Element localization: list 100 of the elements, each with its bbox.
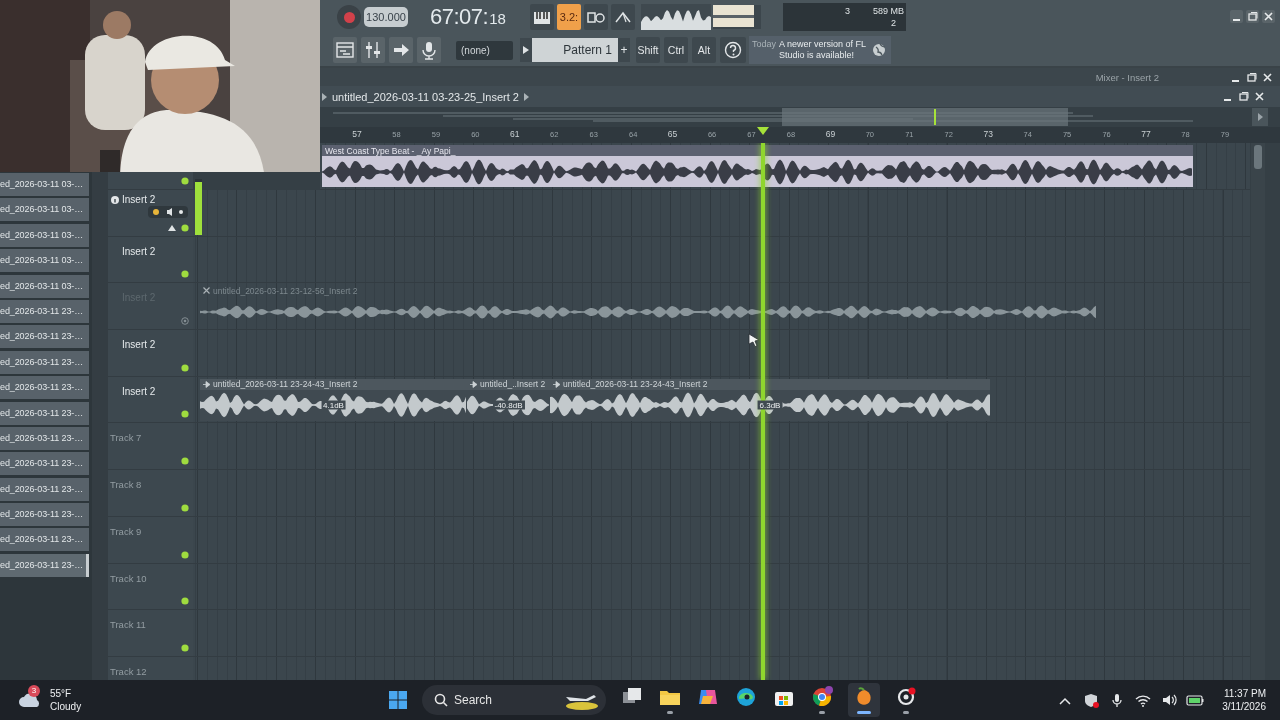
bar-number: 57 [352, 129, 362, 139]
collapse-icon[interactable] [168, 225, 176, 231]
search-icon [434, 693, 448, 707]
clip-name: untitled_..Insert 2 [480, 379, 546, 390]
restore-button[interactable] [1245, 70, 1258, 84]
mute-toggle[interactable] [181, 363, 189, 372]
time-display: 67:07: [430, 4, 489, 30]
track-name[interactable]: Track 11 [110, 619, 146, 631]
browser-item[interactable]: ed_2026-03-11 23-… [0, 401, 89, 425]
caret-icon[interactable] [523, 92, 529, 101]
browser-item[interactable]: ed_2026-03-11 23-… [0, 452, 89, 476]
cloud-icon[interactable] [18, 691, 42, 709]
mute-toggle[interactable] [181, 597, 189, 606]
arrow-button[interactable] [389, 37, 413, 63]
mute-toggle[interactable] [181, 457, 189, 466]
browser-item[interactable]: ed_2026-03-11 03-… [0, 249, 89, 273]
close-button[interactable] [1253, 90, 1266, 103]
modifier-key-button[interactable]: Shift [636, 37, 660, 63]
bar-number: 61 [510, 129, 520, 139]
bar-number: 69 [825, 129, 836, 139]
mute-toggle[interactable] [181, 503, 189, 512]
polyphony-count: 2 [891, 18, 896, 28]
browser-item[interactable]: ed_2026-03-11 23-… [0, 376, 89, 400]
globe-icon[interactable] [872, 43, 886, 57]
output-meter [713, 5, 761, 29]
tempo-display[interactable]: 130.000 [364, 7, 408, 27]
restore-button[interactable] [1237, 90, 1250, 103]
snap-button[interactable]: 3.2: [557, 4, 581, 30]
browser-item[interactable]: ed_2026-03-11 23-… [0, 325, 89, 349]
scroll-right-button[interactable] [1252, 108, 1268, 126]
metronome-button[interactable] [611, 4, 635, 30]
browser-item[interactable]: ed_2026-03-11 03-… [0, 198, 89, 222]
voice-count: 3 [845, 6, 850, 16]
browser-item[interactable]: ed_2026-03-11 23-… [0, 299, 89, 323]
level-meter [195, 179, 202, 235]
loop-button[interactable] [584, 4, 608, 30]
track-controls-icon[interactable] [148, 206, 188, 218]
track-name[interactable]: Insert 2 [122, 339, 156, 351]
clock-time[interactable]: 11:37 PM [1223, 687, 1266, 700]
pattern-arrow-button[interactable] [520, 38, 532, 62]
browser-item[interactable]: ed_2026-03-11 23-… [0, 528, 89, 552]
help-button[interactable] [720, 37, 746, 63]
track-name[interactable]: Insert 2 [122, 194, 156, 205]
browser-item[interactable]: ed_2026-03-11 23-… [0, 477, 89, 501]
gear-icon [895, 686, 917, 708]
browser-item[interactable]: ed_2026-03-11 03-… [0, 274, 89, 298]
track-name[interactable]: Track 9 [110, 525, 142, 537]
mute-toggle[interactable] [181, 550, 189, 559]
piano-button[interactable] [530, 4, 554, 30]
mouse-cursor-icon [748, 333, 760, 347]
modifier-key-button[interactable]: Alt [692, 37, 716, 63]
mute-toggle[interactable] [181, 410, 189, 419]
mixer-button[interactable] [361, 37, 385, 63]
channel-dropdown[interactable]: (none) [456, 40, 513, 60]
cross-icon [203, 287, 210, 295]
track-name[interactable]: Track 7 [110, 432, 142, 444]
close-button[interactable] [1261, 70, 1274, 84]
browser-item[interactable]: ed_2026-03-11 03-… [0, 223, 89, 247]
audio-clip[interactable]: untitled_2026-03-11 23-12-56_Insert 2 [200, 285, 1097, 328]
audio-clip-icon [470, 380, 477, 388]
browser-item[interactable]: ed_2026-03-11 23-… [0, 426, 89, 450]
mute-toggle[interactable] [181, 643, 189, 652]
browser-item[interactable]: ed_2026-03-11 23-… [0, 553, 89, 577]
taskbar-app-button[interactable] [810, 683, 834, 717]
caret-icon[interactable] [322, 92, 327, 101]
play-icon [523, 46, 529, 54]
track-name[interactable]: Insert 2 [122, 245, 156, 257]
time-ticks: 18 [489, 10, 506, 27]
browser-item[interactable]: ed_2026-03-11 03-… [0, 173, 89, 196]
modifier-key-button[interactable]: Ctrl [664, 37, 688, 63]
windows-start-icon[interactable] [388, 690, 408, 710]
playlist-button[interactable] [333, 37, 357, 63]
track-name[interactable]: Track 8 [110, 479, 142, 491]
browser-icon [735, 686, 757, 708]
mute-toggle[interactable] [181, 317, 189, 326]
record-audio-button[interactable] [417, 37, 441, 63]
shield-icon[interactable] [1082, 691, 1101, 709]
volume-label: 6.3dB [757, 400, 783, 410]
mute-toggle[interactable] [181, 223, 189, 232]
info-icon [111, 195, 119, 204]
scroll-bar[interactable] [1251, 143, 1265, 680]
close-button[interactable] [1262, 9, 1275, 23]
clip-name: untitled_2026-03-11 23-12-56_Insert 2 [213, 285, 358, 296]
search-field[interactable]: Search [422, 685, 606, 715]
track-name[interactable]: Insert 2 [122, 385, 156, 397]
taskbar-app-button[interactable] [848, 683, 880, 717]
minimize-button[interactable] [1230, 9, 1243, 23]
track-name[interactable]: Track 10 [110, 572, 147, 584]
bar-number: 65 [667, 129, 678, 139]
mute-toggle[interactable] [181, 270, 189, 279]
browser-item[interactable]: ed_2026-03-11 23-… [0, 503, 89, 527]
add-pattern-button[interactable]: + [618, 38, 630, 62]
audio-clip-icon [553, 380, 560, 388]
pattern-selector[interactable]: Pattern 1 [532, 38, 618, 62]
audio-clip-icon [203, 380, 210, 388]
clock-date[interactable]: 3/11/2026 [1222, 700, 1266, 713]
browser-item[interactable]: ed_2026-03-11 23-… [0, 350, 89, 374]
bar-number: 77 [1141, 129, 1151, 139]
restore-button[interactable] [1246, 9, 1259, 23]
mute-toggle[interactable] [181, 177, 189, 185]
